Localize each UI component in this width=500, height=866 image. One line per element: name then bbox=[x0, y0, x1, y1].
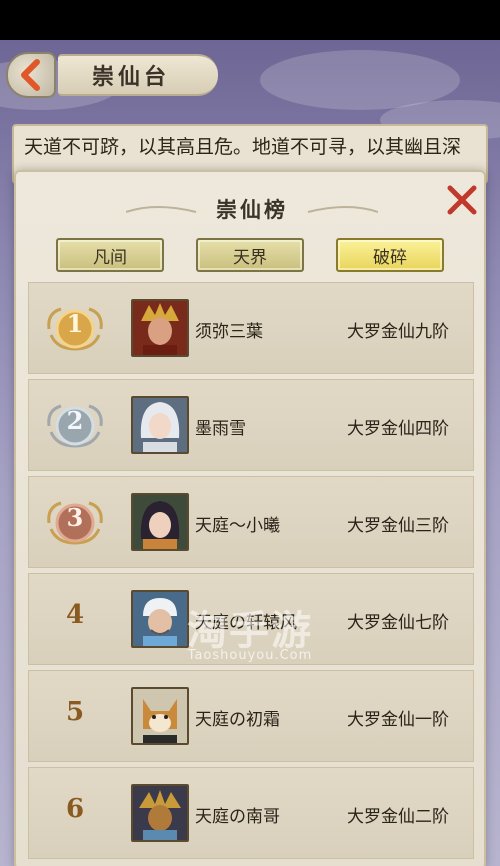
rank-number: 2 bbox=[66, 406, 84, 435]
player-realm: 大罗金仙七阶 bbox=[347, 613, 449, 633]
tab-heaven[interactable]: 天界 bbox=[196, 238, 304, 272]
avatar bbox=[131, 784, 189, 842]
tab-shattered[interactable]: 破碎 bbox=[336, 238, 444, 272]
avatar bbox=[131, 590, 189, 648]
tab-label: 破碎 bbox=[373, 247, 407, 268]
title-plate: 崇仙台 bbox=[58, 54, 218, 96]
back-arrow-icon bbox=[21, 59, 40, 91]
player-realm: 大罗金仙九阶 bbox=[347, 322, 449, 342]
ranking-row[interactable]: 1 须弥三葉 大罗金仙九阶 bbox=[28, 282, 474, 374]
avatar bbox=[131, 493, 189, 551]
ranking-row[interactable]: 3 天庭～小曦 大罗金仙三阶 bbox=[28, 476, 474, 568]
status-bar bbox=[0, 0, 500, 40]
tab-mortal[interactable]: 凡间 bbox=[56, 238, 164, 272]
close-icon bbox=[447, 185, 477, 215]
close-button[interactable] bbox=[444, 182, 480, 218]
player-realm: 大罗金仙一阶 bbox=[347, 710, 449, 730]
page-title: 崇仙台 bbox=[92, 64, 171, 90]
avatar bbox=[131, 396, 189, 454]
player-realm: 大罗金仙三阶 bbox=[347, 516, 449, 536]
header: 崇仙台 bbox=[0, 40, 500, 110]
player-realm: 大罗金仙二阶 bbox=[347, 807, 449, 827]
tab-label: 凡间 bbox=[93, 247, 127, 268]
ranking-row[interactable]: 2 墨雨雪 大罗金仙四阶 bbox=[28, 379, 474, 471]
player-name: 须弥三葉 bbox=[195, 322, 263, 342]
ranking-list[interactable]: 1 须弥三葉 大罗金仙九阶 2 墨雨雪 大罗金仙四阶 3 天庭～小曦 大罗金仙三… bbox=[28, 282, 474, 866]
description-text: 天道不可跻，以其高且危。地道不可寻，以其幽且深 bbox=[24, 136, 462, 158]
dialog-title: 崇仙榜 bbox=[216, 197, 288, 222]
rank-number: 5 bbox=[65, 697, 85, 727]
tab-label: 天界 bbox=[233, 247, 267, 268]
avatar bbox=[131, 687, 189, 745]
rank-number: 1 bbox=[66, 309, 84, 338]
ranking-row[interactable]: 5 天庭の初霜 大罗金仙一阶 bbox=[28, 670, 474, 762]
player-name: 天庭～小曦 bbox=[195, 516, 280, 536]
rank-number: 4 bbox=[65, 600, 85, 630]
ranking-dialog: 崇仙榜 凡间 天界 破碎 1 须弥三葉 大罗金仙九阶 2 墨雨雪 大罗金仙四阶 … bbox=[14, 170, 486, 866]
player-name: 天庭の南哥 bbox=[195, 807, 280, 827]
player-name: 天庭の轩辕风 bbox=[195, 613, 297, 633]
back-button[interactable] bbox=[6, 52, 56, 98]
rank-number: 6 bbox=[65, 794, 85, 824]
player-name: 天庭の初霜 bbox=[195, 710, 280, 730]
ranking-row[interactable]: 6 天庭の南哥 大罗金仙二阶 bbox=[28, 767, 474, 859]
avatar bbox=[131, 299, 189, 357]
player-name: 墨雨雪 bbox=[195, 419, 246, 439]
dialog-header: 崇仙榜 bbox=[16, 172, 488, 232]
player-realm: 大罗金仙四阶 bbox=[347, 419, 449, 439]
rank-number: 3 bbox=[66, 503, 84, 532]
ranking-row[interactable]: 4 天庭の轩辕风 大罗金仙七阶 bbox=[28, 573, 474, 665]
